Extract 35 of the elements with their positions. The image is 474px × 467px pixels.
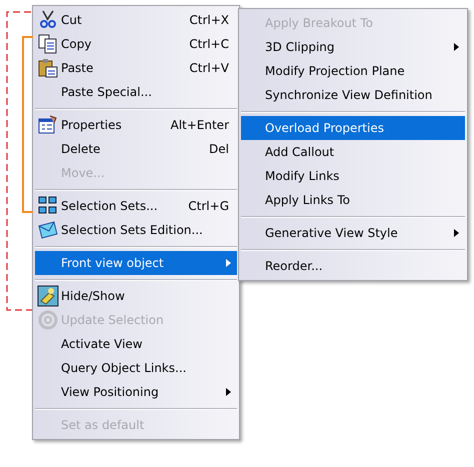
menu-item[interactable]: Add Callout [241, 140, 465, 164]
menu-item[interactable]: Hide/Show [35, 284, 237, 308]
menu-item[interactable]: Delete Del [35, 137, 237, 161]
menu-item[interactable]: Copy Ctrl+C [35, 32, 237, 56]
menu-item[interactable]: Generative View Style [241, 221, 465, 245]
shortcut-text: Alt+Enter [170, 118, 229, 132]
shortcut-text: Ctrl+C [189, 37, 229, 51]
menu-item[interactable]: Selection Sets... Ctrl+G [35, 194, 237, 218]
menu-item[interactable]: Modify Projection Plane [241, 59, 465, 83]
shortcut-text: Ctrl+X [189, 13, 229, 27]
menu-item[interactable]: Overload Properties [241, 116, 465, 140]
menu-item[interactable]: Cut Ctrl+X [35, 8, 237, 32]
menu-item[interactable]: Reorder... [241, 254, 465, 278]
properties-icon [37, 114, 59, 136]
scissors-icon [37, 9, 59, 31]
menu-item[interactable]: Properties Alt+Enter [35, 113, 237, 137]
menu-item[interactable]: Query Object Links... [35, 356, 237, 380]
shortcut-text: Ctrl+G [188, 199, 229, 213]
menu-item[interactable]: View Positioning [35, 380, 237, 404]
envelope-icon [37, 219, 59, 241]
menu-item[interactable]: Paste Ctrl+V [35, 56, 237, 80]
clipboard-icon [37, 57, 59, 79]
hide-show-icon [37, 285, 59, 307]
refresh-icon [37, 309, 59, 331]
shortcut-text: Del [209, 142, 229, 156]
menu-item[interactable]: Front view object [35, 251, 237, 275]
menu-item[interactable]: Selection Sets Edition... [35, 218, 237, 242]
menu-item[interactable]: Modify Links [241, 164, 465, 188]
menu-item[interactable]: Apply Links To [241, 188, 465, 212]
menu-item[interactable]: Activate View [35, 332, 237, 356]
documents-icon [37, 33, 59, 55]
shortcut-text: Ctrl+V [189, 61, 229, 75]
menu-item[interactable]: 3D Clipping [241, 35, 465, 59]
menu-item[interactable]: Synchronize View Definition [241, 83, 465, 107]
menu-item[interactable]: Paste Special... [35, 80, 237, 104]
